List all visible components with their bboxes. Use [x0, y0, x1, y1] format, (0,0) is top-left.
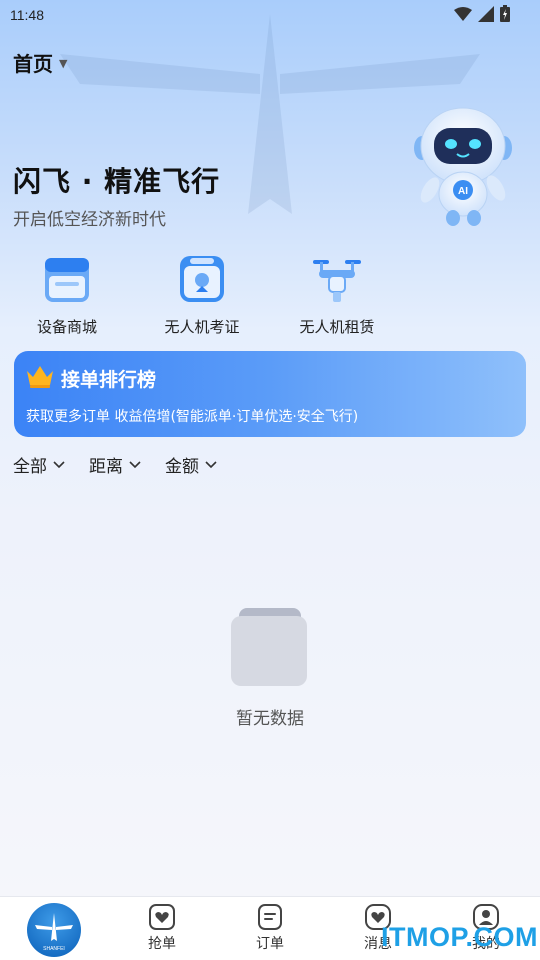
tab-orders-label: 订单	[256, 936, 284, 952]
service-rental-label: 无人机租赁	[299, 318, 375, 336]
tab-home[interactable]: SHANFEI	[0, 897, 108, 960]
service-certificate[interactable]: 无人机考证	[147, 252, 257, 337]
tab-grab-order[interactable]: 抢单	[108, 897, 216, 960]
service-shortcuts: 设备商城 无人机考证 无人机租赁	[0, 252, 540, 342]
filter-all[interactable]: 全部	[13, 452, 65, 477]
document-icon	[258, 904, 282, 930]
empty-folder-icon	[231, 608, 307, 686]
hero-title: 闪飞 · 精准飞行	[13, 165, 221, 198]
wifi-icon	[454, 6, 472, 21]
chevron-down-icon	[53, 460, 65, 468]
service-certificate-label: 无人机考证	[164, 318, 240, 336]
status-icons	[454, 5, 510, 22]
robot-badge-text: AI	[458, 186, 468, 197]
shanfei-logo-icon: SHANFEI	[27, 903, 81, 957]
crown-icon	[27, 366, 53, 388]
filter-all-label: 全部	[13, 457, 47, 477]
status-bar: 11:48	[0, 0, 540, 30]
service-store-label: 设备商城	[36, 318, 97, 336]
filter-amount[interactable]: 金额	[165, 452, 217, 477]
watermark-text: ITMOP.COM	[381, 922, 539, 952]
tab-orders[interactable]: 订单	[216, 897, 324, 960]
banner-subtitle: 获取更多订单 收益倍增(智能派单·订单优选·安全飞行)	[26, 409, 359, 425]
cellular-signal-icon	[478, 5, 494, 22]
chevron-down-icon	[129, 460, 141, 468]
filter-amount-label: 金额	[165, 457, 199, 477]
empty-state-text: 暂无数据	[236, 709, 304, 729]
filter-distance-label: 距离	[89, 457, 123, 477]
drone-icon	[313, 260, 361, 302]
hero-subtitle: 开启低空经济新时代	[13, 210, 166, 230]
battery-icon	[500, 5, 510, 22]
chevron-down-icon	[205, 460, 217, 468]
certificate-icon	[180, 256, 224, 302]
status-time: 11:48	[10, 7, 44, 23]
caret-down-icon: ▼	[59, 57, 68, 70]
logo-text: SHANFEI	[43, 946, 65, 952]
filter-distance[interactable]: 距离	[89, 452, 141, 477]
store-icon	[45, 258, 89, 302]
robot-mascot-icon: AI	[414, 107, 512, 226]
service-store[interactable]: 设备商城	[12, 252, 122, 337]
location-selector[interactable]: 首页 ▼	[13, 48, 67, 77]
filter-bar: 全部 距离 金额	[13, 452, 217, 477]
heart-tag-icon	[149, 904, 175, 930]
service-rental[interactable]: 无人机租赁	[282, 252, 392, 337]
ranking-banner[interactable]: 接单排行榜 获取更多订单 收益倍增(智能派单·订单优选·安全飞行)	[14, 351, 526, 437]
banner-title: 接单排行榜	[61, 369, 157, 391]
tab-grab-order-label: 抢单	[148, 936, 176, 952]
location-label: 首页	[13, 52, 53, 76]
